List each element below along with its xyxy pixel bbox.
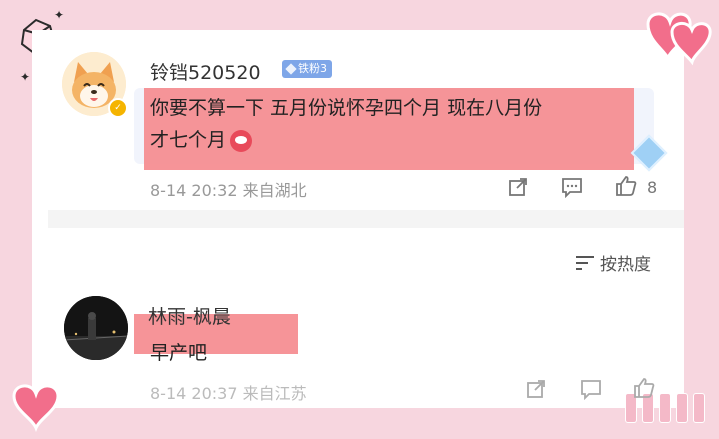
sort-label: 按热度 [600, 255, 651, 275]
sparkle-icon: ✦ [20, 70, 31, 84]
verified-badge-icon: ✓ [108, 98, 128, 118]
thumbs-up-icon[interactable] [632, 376, 656, 405]
username[interactable]: 林雨-枫晨 [148, 302, 231, 329]
comment-meta: 8-14 20:32 来自湖北 [150, 181, 307, 200]
sparkle-icon: ✦ [54, 8, 65, 22]
gem-icon [285, 63, 297, 75]
fan-badge[interactable]: 铁粉3 [282, 60, 332, 78]
sort-icon [576, 255, 594, 270]
share-icon[interactable] [507, 176, 529, 203]
comment-text: 你要不算一下 五月份说怀孕四个月 现在八月份 才七个月 [150, 92, 640, 156]
emoji-icon [230, 129, 253, 152]
avatar[interactable] [64, 296, 128, 360]
username[interactable]: 铃铛520520 [150, 58, 261, 85]
comment-icon[interactable] [580, 378, 602, 405]
comment-meta: 8-14 20:37 来自江苏 [150, 384, 307, 403]
comment-icon[interactable] [561, 176, 583, 203]
share-icon[interactable] [525, 378, 547, 405]
section-divider [48, 210, 684, 228]
night-photo-avatar-icon [64, 296, 128, 360]
heart-sticker-icon [646, 12, 712, 66]
comment-text-line: 你要不算一下 五月份说怀孕四个月 现在八月份 [150, 97, 543, 119]
like-count: 8 [647, 178, 658, 197]
comment-text: 早产吧 [150, 342, 208, 364]
fan-badge-label: 铁粉3 [298, 62, 327, 75]
comment-text-line: 才七个月 [150, 129, 227, 151]
sort-button[interactable]: 按热度 [576, 250, 651, 275]
thumbs-up-icon[interactable] [614, 174, 638, 203]
heart-sticker-icon [12, 384, 60, 432]
